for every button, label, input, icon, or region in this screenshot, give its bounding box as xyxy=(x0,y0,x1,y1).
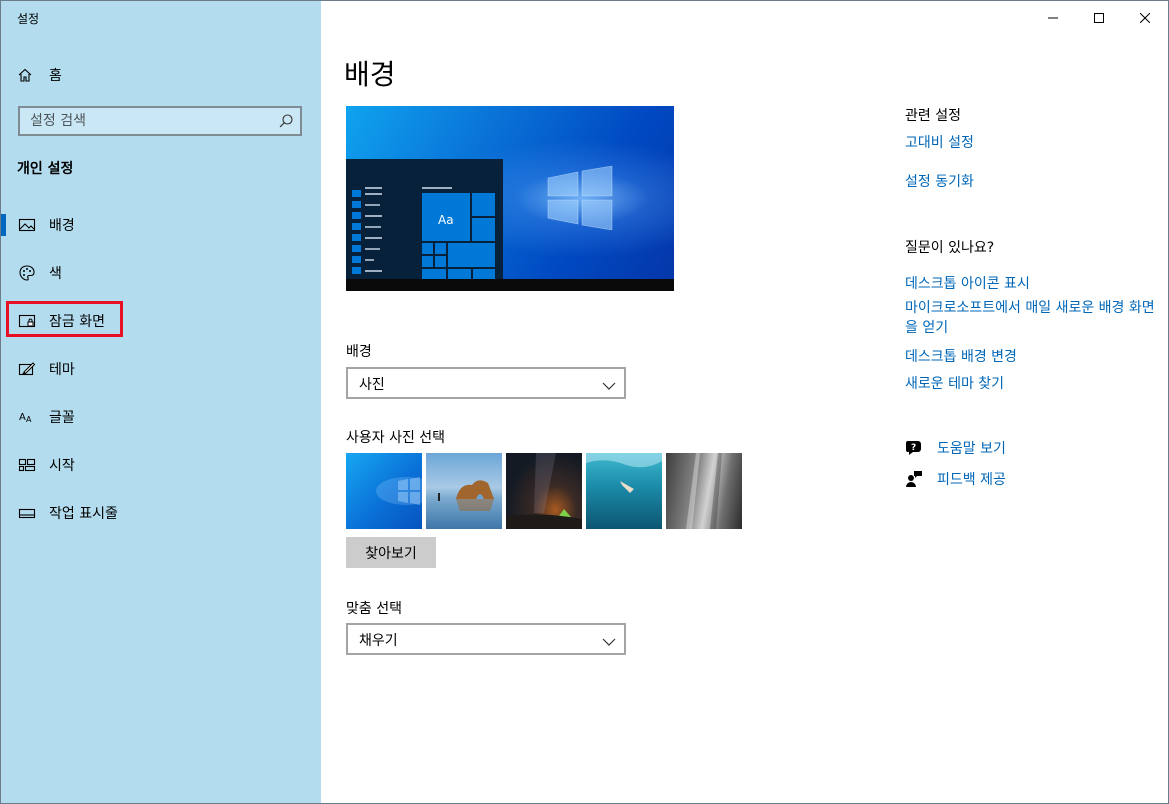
palette-icon xyxy=(18,264,36,282)
search-input[interactable] xyxy=(20,108,270,134)
search-box[interactable] xyxy=(18,106,302,136)
photo-thumbnails xyxy=(346,453,746,529)
app-title: 설정 xyxy=(17,12,40,26)
main-content: 배경 Aa 배경 사진 사용자 사진 선택 찾아보기 맞춤 선택 채우기 관련 … xyxy=(321,1,1168,803)
window-controls xyxy=(1030,1,1168,33)
desktop-icons-link[interactable]: 데스크톱 아이콘 표시 xyxy=(905,273,1030,293)
sidebar-item-lock-screen[interactable]: 잠금 화면 xyxy=(1,297,321,345)
photo-thumbnail-beach[interactable] xyxy=(426,453,502,529)
feedback-label: 피드백 제공 xyxy=(937,472,1006,488)
sync-settings-link[interactable]: 설정 동기화 xyxy=(905,171,974,191)
maximize-icon xyxy=(1094,8,1104,27)
sidebar: 설정 홈 개인 설정 배경 xyxy=(1,1,321,803)
svg-text:A: A xyxy=(19,412,26,423)
close-button[interactable] xyxy=(1122,1,1168,33)
sidebar-item-label: 잠금 화면 xyxy=(49,314,105,330)
sidebar-item-background[interactable]: 배경 xyxy=(1,201,321,249)
background-preview: Aa xyxy=(346,106,674,291)
photo-thumbnail-windows[interactable] xyxy=(346,453,422,529)
choose-photo-label: 사용자 사진 선택 xyxy=(346,430,446,446)
minimize-button[interactable] xyxy=(1030,1,1076,33)
svg-text:A: A xyxy=(26,415,32,424)
maximize-button[interactable] xyxy=(1076,1,1122,33)
photo-thumbnail-underwater[interactable] xyxy=(586,453,662,529)
daily-background-link[interactable]: 마이크로소프트에서 매일 새로운 배경 화면을 얻기 xyxy=(905,298,1155,338)
background-label: 배경 xyxy=(346,344,372,360)
search-icon[interactable] xyxy=(278,113,294,129)
background-type-value: 사진 xyxy=(359,377,385,393)
get-help-link[interactable]: ? 도움말 보기 xyxy=(905,438,1006,458)
related-settings-heading: 관련 설정 xyxy=(905,108,961,124)
get-help-label: 도움말 보기 xyxy=(937,441,1006,457)
sidebar-item-label: 시작 xyxy=(49,458,75,474)
fit-label: 맞춤 선택 xyxy=(346,601,402,617)
feedback-person-icon xyxy=(905,470,923,488)
find-themes-link[interactable]: 새로운 테마 찾기 xyxy=(905,373,1004,393)
photo-thumbnail-night-sky[interactable] xyxy=(506,453,582,529)
preview-sample-text: Aa xyxy=(438,213,454,227)
sidebar-item-start[interactable]: 시작 xyxy=(1,441,321,489)
sidebar-item-label: 테마 xyxy=(49,362,75,378)
questions-heading: 질문이 있나요? xyxy=(905,240,995,256)
close-icon xyxy=(1139,8,1151,27)
photo-thumbnail-cliff[interactable] xyxy=(666,453,742,529)
home-label: 홈 xyxy=(49,68,62,84)
sidebar-item-theme[interactable]: 테마 xyxy=(1,345,321,393)
lock-screen-icon xyxy=(18,312,36,330)
font-icon: AA xyxy=(18,408,36,426)
home-icon xyxy=(17,67,33,83)
sidebar-item-color[interactable]: 색 xyxy=(1,249,321,297)
svg-text:?: ? xyxy=(911,443,916,453)
settings-window: 설정 홈 개인 설정 배경 xyxy=(0,0,1169,804)
browse-button[interactable]: 찾아보기 xyxy=(346,537,436,568)
sidebar-item-label: 글꼴 xyxy=(49,410,75,426)
sidebar-item-fonts[interactable]: AA 글꼴 xyxy=(1,393,321,441)
help-chat-icon: ? xyxy=(905,439,923,457)
fit-dropdown[interactable]: 채우기 xyxy=(346,623,626,655)
home-nav-item[interactable]: 홈 xyxy=(17,63,62,87)
windows-logo-icon xyxy=(547,166,613,230)
preview-taskbar xyxy=(346,279,674,291)
sidebar-item-label: 배경 xyxy=(49,218,75,234)
feedback-link[interactable]: 피드백 제공 xyxy=(905,469,1006,489)
chevron-down-icon xyxy=(602,377,616,390)
preview-start-menu: Aa xyxy=(346,159,503,279)
nav-list: 배경 색 잠금 화면 테마 A A 글꼴 시작 작업 표시줄 xyxy=(1,201,321,537)
minimize-icon xyxy=(1048,8,1058,27)
chevron-down-icon xyxy=(602,633,616,646)
background-type-dropdown[interactable]: 사진 xyxy=(346,367,626,399)
sidebar-item-taskbar[interactable]: 작업 표시줄 xyxy=(1,489,321,537)
page-title: 배경 xyxy=(344,58,396,91)
high-contrast-link[interactable]: 고대비 설정 xyxy=(905,132,974,152)
change-desktop-background-link[interactable]: 데스크톱 배경 변경 xyxy=(905,346,1017,366)
section-title: 개인 설정 xyxy=(17,161,74,177)
taskbar-icon xyxy=(18,504,36,522)
sidebar-item-label: 작업 표시줄 xyxy=(49,506,118,522)
start-tiles-icon xyxy=(18,456,36,474)
fit-value: 채우기 xyxy=(359,633,398,649)
picture-icon xyxy=(18,216,36,234)
sidebar-item-label: 색 xyxy=(49,266,62,282)
theme-brush-icon xyxy=(18,360,36,378)
